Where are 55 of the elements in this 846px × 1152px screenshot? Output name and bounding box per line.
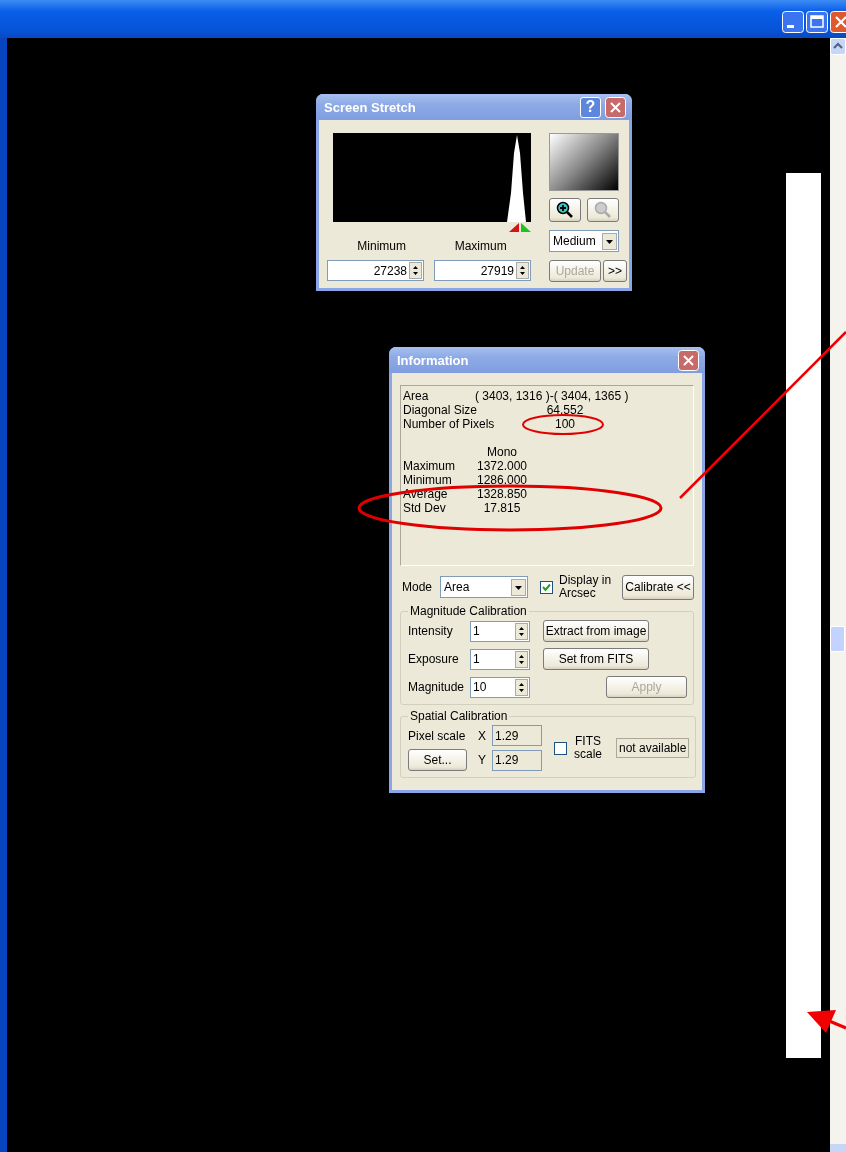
stat-label: Minimum [403, 473, 453, 487]
scroll-thumb[interactable] [830, 626, 845, 652]
info-label: Diagonal Size [403, 403, 478, 417]
field-label: Intensity [408, 624, 454, 638]
pixel-scale-label: Pixel scale [408, 728, 467, 743]
group-title: Magnitude Calibration [409, 604, 528, 618]
mode-label: Mode [402, 580, 433, 594]
checkbox-label: FITS scale [573, 735, 603, 761]
axis-label: X [478, 728, 487, 743]
scroll-up-icon[interactable] [830, 38, 846, 55]
scale-field[interactable]: 1.29 [492, 749, 542, 771]
scale-field[interactable]: 1.29 [492, 725, 542, 746]
field-label: Magnitude [408, 680, 466, 694]
info-value: 100 [554, 417, 576, 431]
calibrate-button[interactable]: Calibrate << [622, 574, 694, 600]
calibration-button[interactable]: Extract from image [543, 620, 649, 642]
field-label: Exposure [408, 652, 460, 666]
preset-dropdown[interactable]: Medium [549, 230, 619, 252]
close-icon[interactable] [605, 96, 626, 118]
minimum-label: Minimum [357, 239, 406, 253]
dialog-title: Information [397, 352, 470, 368]
stat-value: 1372.000 [475, 459, 529, 473]
checkbox[interactable] [540, 580, 554, 594]
stat-label: Std Dev [403, 501, 447, 515]
calibration-button[interactable]: Set from FITS [543, 648, 649, 670]
zoom-in-icon [556, 201, 574, 219]
set-button[interactable]: Set... [408, 749, 467, 771]
maximum-label: Maximum [454, 239, 507, 253]
dialog-title: Screen Stretch [324, 99, 417, 115]
column-header: Mono [486, 445, 518, 459]
close-icon[interactable] [678, 349, 699, 371]
mode-dropdown[interactable]: Area [440, 576, 529, 598]
zoom-button[interactable] [549, 198, 581, 222]
expand-button[interactable]: >> [603, 260, 627, 282]
stat-value: 1328.850 [475, 487, 529, 501]
gradient-preview [549, 133, 619, 191]
help-button[interactable]: ? [580, 96, 601, 118]
info-value: ( 3403, 1316 )-( 3404, 1365 ) [475, 389, 629, 403]
stat-value: 1286.000 [475, 473, 529, 487]
info-value: 64.552 [545, 403, 585, 417]
magnifier-icon [594, 201, 612, 219]
group-title: Spatial Calibration [409, 709, 509, 723]
stat-value: 17.815 [482, 501, 522, 515]
scrollbar[interactable] [830, 38, 846, 1152]
stat-label: Maximum [403, 459, 456, 473]
checkbox-label: Display in Arcsec [559, 574, 613, 600]
info-label: Area [403, 389, 430, 403]
checkbox[interactable] [554, 741, 567, 755]
maximize-icon[interactable] [806, 11, 828, 33]
info-label: Number of Pixels [403, 417, 495, 431]
status-field: not available [616, 738, 690, 758]
close-icon[interactable] [830, 11, 846, 33]
minimize-icon[interactable] [782, 11, 804, 33]
annotation-arrow [807, 1010, 846, 1033]
axis-label: Y [478, 753, 487, 767]
